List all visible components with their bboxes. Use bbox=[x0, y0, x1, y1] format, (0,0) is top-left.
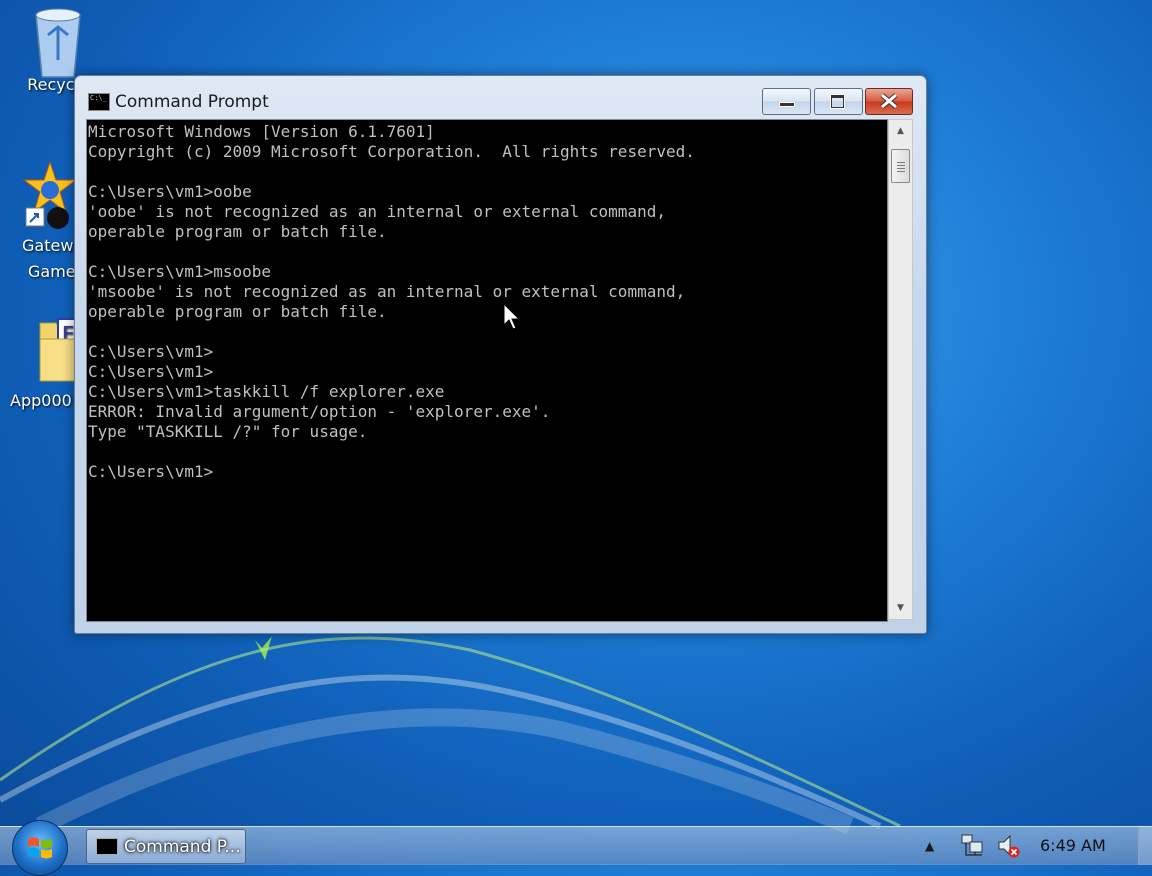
window-titlebar[interactable]: Command Prompt bbox=[75, 76, 926, 120]
minimize-icon bbox=[779, 102, 795, 107]
recycle-bin-icon bbox=[28, 5, 88, 78]
console-line: C:\Users\vm1>oobe bbox=[88, 182, 252, 201]
taskbar: Command P... ▲ 6:49 AM bbox=[0, 820, 1152, 876]
console-line: Microsoft Windows [Version 6.1.7601] bbox=[88, 122, 435, 141]
minimize-button[interactable] bbox=[762, 88, 811, 115]
scroll-up-arrow[interactable]: ▲ bbox=[889, 121, 912, 141]
taskbar-item-label: Command P... bbox=[124, 837, 241, 857]
console-line: C:\Users\vm1>taskkill /f explorer.exe bbox=[88, 382, 445, 401]
console-line: 'oobe' is not recognized as an internal … bbox=[88, 202, 666, 221]
clock[interactable]: 6:49 AM bbox=[1040, 836, 1106, 855]
scroll-down-arrow[interactable]: ▼ bbox=[889, 598, 912, 618]
console-line: Type "TASKKILL /?" for usage. bbox=[88, 422, 368, 441]
console-app-icon bbox=[96, 838, 118, 855]
console-line: operable program or batch file. bbox=[88, 222, 387, 241]
taskbar-item-command-prompt[interactable]: Command P... bbox=[86, 829, 246, 864]
console-line: Copyright (c) 2009 Microsoft Corporation… bbox=[88, 142, 695, 161]
console-text: Microsoft Windows [Version 6.1.7601] Cop… bbox=[87, 120, 887, 482]
console-line: ERROR: Invalid argument/option - 'explor… bbox=[88, 402, 551, 421]
console-line: C:\Users\vm1>msoobe bbox=[88, 262, 272, 281]
scrollbar-thumb[interactable] bbox=[891, 149, 910, 183]
console-output-area[interactable]: Microsoft Windows [Version 6.1.7601] Cop… bbox=[86, 119, 888, 622]
maximize-icon bbox=[831, 95, 844, 108]
console-line: C:\Users\vm1> bbox=[88, 362, 214, 381]
console-line: C:\Users\vm1> bbox=[88, 462, 214, 481]
console-line: operable program or batch file. bbox=[88, 302, 387, 321]
volume-muted-icon[interactable] bbox=[996, 833, 1022, 859]
folder-icon: E bbox=[20, 315, 80, 385]
close-button[interactable] bbox=[865, 88, 913, 115]
network-icon[interactable] bbox=[960, 833, 986, 859]
show-hidden-icons-button[interactable]: ▲ bbox=[925, 839, 934, 853]
start-button[interactable] bbox=[12, 820, 68, 876]
maximize-button[interactable] bbox=[814, 88, 863, 115]
game-shortcut-icon bbox=[20, 160, 80, 230]
window-title: Command Prompt bbox=[115, 92, 269, 112]
close-icon bbox=[880, 93, 898, 109]
show-desktop-button[interactable] bbox=[1138, 827, 1152, 865]
vertical-scrollbar[interactable]: ▲ ▼ bbox=[888, 119, 913, 620]
console-line: 'msoobe' is not recognized as an interna… bbox=[88, 282, 686, 301]
mouse-cursor-icon bbox=[503, 303, 521, 330]
console-app-icon bbox=[88, 93, 110, 111]
command-prompt-window[interactable]: Command Prompt Microsoft Windows [Versio… bbox=[74, 75, 927, 634]
console-line: C:\Users\vm1> bbox=[88, 342, 214, 361]
windows-logo-icon bbox=[28, 837, 52, 859]
